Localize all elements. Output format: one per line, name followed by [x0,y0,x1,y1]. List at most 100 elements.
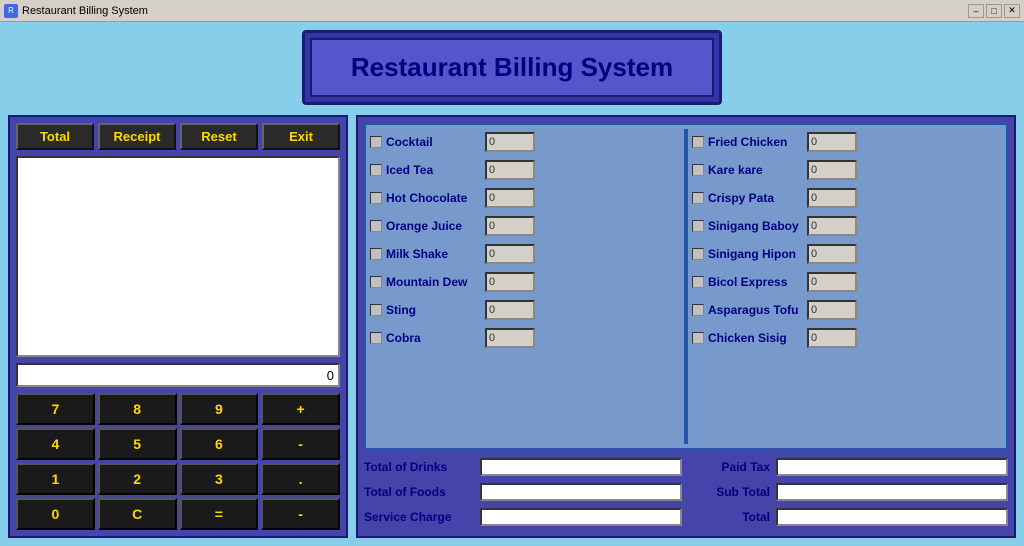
drink-input-3[interactable] [485,216,535,236]
drink-input-1[interactable] [485,160,535,180]
total-row: Total [690,506,1008,528]
drinks-column: Cocktail Iced Tea Hot Chocolate Orange Juic… [370,129,680,444]
drink-row: Cobra [370,325,680,351]
num-9[interactable]: 9 [180,393,259,425]
total-input[interactable] [776,508,1008,526]
sub-total-input[interactable] [776,483,1008,501]
drink-row: Iced Tea [370,157,680,183]
food-row: Sinigang Hipon [692,241,1002,267]
drink-checkbox-3[interactable] [370,220,382,232]
food-row: Kare kare [692,157,1002,183]
drink-input-7[interactable] [485,328,535,348]
drink-label-0: Cocktail [386,135,481,149]
reset-button[interactable]: Reset [180,123,258,150]
number-display: 0 [16,363,340,387]
close-button[interactable]: ✕ [1004,4,1020,18]
sub-total-row: Sub Total [690,481,1008,503]
drink-label-2: Hot Chocolate [386,191,481,205]
food-input-4[interactable] [807,244,857,264]
main-content: Restaurant Billing System Total Receipt … [0,22,1024,546]
summary-section: Total of Drinks Total of Foods Service C… [364,454,1008,530]
num-6[interactable]: 6 [180,428,259,460]
food-label-1: Kare kare [708,163,803,177]
header-outer: Restaurant Billing System [302,30,722,105]
food-label-6: Asparagus Tofu [708,303,803,317]
drink-label-1: Iced Tea [386,163,481,177]
window-controls: – □ ✕ [968,4,1020,18]
num-8[interactable]: 8 [98,393,177,425]
num-0[interactable]: 0 [16,498,95,530]
food-checkbox-2[interactable] [692,192,704,204]
food-checkbox-3[interactable] [692,220,704,232]
drink-row: Milk Shake [370,241,680,267]
num-4[interactable]: 4 [16,428,95,460]
drink-checkbox-0[interactable] [370,136,382,148]
receipt-display [16,156,340,357]
drink-row: Mountain Dew [370,269,680,295]
food-row: Chicken Sisig [692,325,1002,351]
food-input-0[interactable] [807,132,857,152]
food-checkbox-7[interactable] [692,332,704,344]
food-row: Fried Chicken [692,129,1002,155]
paid-tax-input[interactable] [776,458,1008,476]
numpad: 7 8 9 + 4 5 6 - 1 2 3 . 0 C = - [16,393,340,530]
num-minus2[interactable]: - [261,498,340,530]
num-2[interactable]: 2 [98,463,177,495]
drink-label-5: Mountain Dew [386,275,481,289]
drink-input-2[interactable] [485,188,535,208]
bottom-layout: Total Receipt Reset Exit 0 7 8 9 + 4 5 6… [8,115,1016,538]
drink-label-6: Sting [386,303,481,317]
drink-checkbox-2[interactable] [370,192,382,204]
drink-checkbox-1[interactable] [370,164,382,176]
total-drinks-input[interactable] [480,458,682,476]
num-5[interactable]: 5 [98,428,177,460]
food-row: Crispy Pata [692,185,1002,211]
left-panel: Total Receipt Reset Exit 0 7 8 9 + 4 5 6… [8,115,348,538]
drink-checkbox-7[interactable] [370,332,382,344]
food-checkbox-1[interactable] [692,164,704,176]
num-c[interactable]: C [98,498,177,530]
food-label-3: Sinigang Baboy [708,219,803,233]
food-input-3[interactable] [807,216,857,236]
drink-input-4[interactable] [485,244,535,264]
paid-tax-row: Paid Tax [690,456,1008,478]
drink-row: Sting [370,297,680,323]
total-foods-input[interactable] [480,483,682,501]
num-dot[interactable]: . [261,463,340,495]
maximize-button[interactable]: □ [986,4,1002,18]
food-input-6[interactable] [807,300,857,320]
drink-input-5[interactable] [485,272,535,292]
drink-row: Orange Juice [370,213,680,239]
num-1[interactable]: 1 [16,463,95,495]
drink-input-0[interactable] [485,132,535,152]
food-checkbox-6[interactable] [692,304,704,316]
food-checkbox-5[interactable] [692,276,704,288]
food-checkbox-0[interactable] [692,136,704,148]
food-input-7[interactable] [807,328,857,348]
food-input-5[interactable] [807,272,857,292]
drink-checkbox-5[interactable] [370,276,382,288]
num-7[interactable]: 7 [16,393,95,425]
food-input-2[interactable] [807,188,857,208]
service-charge-input[interactable] [480,508,682,526]
minimize-button[interactable]: – [968,4,984,18]
num-plus[interactable]: + [261,393,340,425]
num-3[interactable]: 3 [180,463,259,495]
drink-checkbox-6[interactable] [370,304,382,316]
food-checkbox-4[interactable] [692,248,704,260]
drink-input-6[interactable] [485,300,535,320]
drink-label-4: Milk Shake [386,247,481,261]
header-inner: Restaurant Billing System [310,38,714,97]
food-label-4: Sinigang Hipon [708,247,803,261]
total-drinks-row: Total of Drinks [364,456,682,478]
receipt-button[interactable]: Receipt [98,123,176,150]
total-button[interactable]: Total [16,123,94,150]
num-eq[interactable]: = [180,498,259,530]
sub-total-label: Sub Total [690,485,770,499]
right-panel: Cocktail Iced Tea Hot Chocolate Orange Juic… [356,115,1016,538]
exit-button[interactable]: Exit [262,123,340,150]
food-input-1[interactable] [807,160,857,180]
drink-checkbox-4[interactable] [370,248,382,260]
food-label-5: Bicol Express [708,275,803,289]
num-minus[interactable]: - [261,428,340,460]
